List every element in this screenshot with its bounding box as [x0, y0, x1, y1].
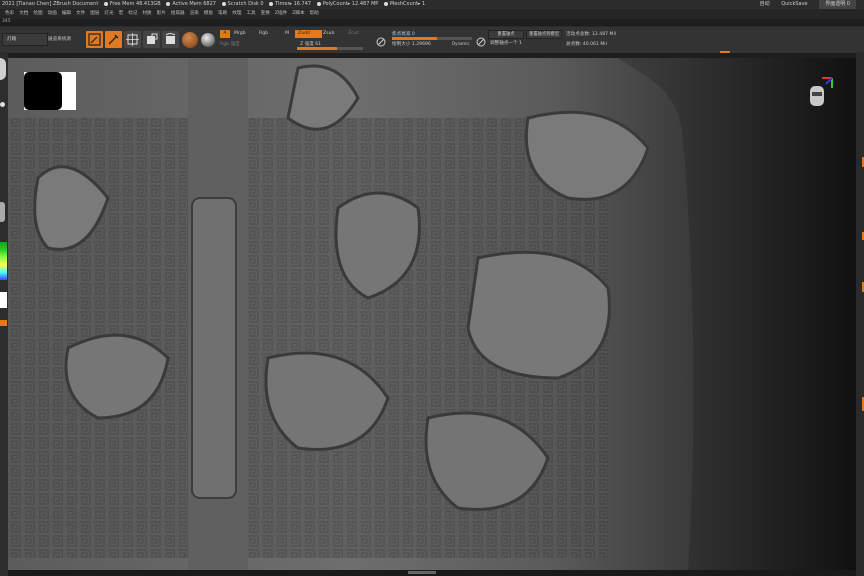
- menu-item[interactable]: 图层: [90, 11, 99, 16]
- menu-item[interactable]: 影片: [157, 11, 166, 16]
- brush-icon[interactable]: [0, 58, 6, 80]
- left-shelf: [0, 52, 8, 576]
- polycount-icon: [316, 1, 321, 6]
- title-bar: 2021 [Tianao Chen] ZBrush Document Free …: [0, 0, 864, 9]
- menu-item[interactable]: 帮助: [310, 11, 319, 16]
- lightbox-button[interactable]: 灯箱: [2, 33, 48, 46]
- title-right: 自动 QuickSave 界面透明 0: [750, 0, 856, 9]
- menu-item[interactable]: 纹理: [232, 11, 241, 16]
- viewport-canvas[interactable]: [8, 58, 856, 570]
- scale-icon: [147, 33, 158, 44]
- mrgb-button[interactable]: Mrgb: [234, 31, 246, 36]
- preview-label[interactable]: 展览系统源: [48, 36, 71, 42]
- focal-shift-fill: [392, 37, 437, 40]
- menu-item[interactable]: 模板: [204, 11, 213, 16]
- zsub-button[interactable]: Zsub: [323, 31, 334, 36]
- quicksave-button[interactable]: QuickSave: [781, 1, 807, 7]
- sculpt-model: [8, 58, 694, 570]
- rotate-icon: [165, 33, 176, 44]
- adjust-label: 调整轴点一个 1: [490, 41, 522, 46]
- stat-timer: Timer▸ 16.747: [269, 1, 311, 7]
- z-intensity-fill: [297, 47, 338, 50]
- bottom-bar: [8, 570, 856, 576]
- dynamic-toggle[interactable]: Dynamic: [452, 41, 470, 46]
- timer-icon: [269, 1, 274, 6]
- stat-scratch-disk: Scratch Disk 0: [221, 1, 264, 7]
- menu-item[interactable]: 笔刷: [218, 11, 227, 16]
- meshcount-icon: [383, 1, 388, 6]
- menu-item[interactable]: Z插件: [275, 11, 287, 16]
- menu-item[interactable]: Z脚本: [292, 11, 304, 16]
- move-button[interactable]: [124, 31, 141, 48]
- free-mem-icon: [103, 1, 108, 6]
- menu-item[interactable]: 编辑: [62, 11, 71, 16]
- backface-button[interactable]: 重置轴点: [488, 30, 524, 39]
- active-points-label: 活动点总数: 12.487 Mil: [566, 32, 617, 37]
- focal-shift-track[interactable]: [392, 37, 472, 40]
- menu-item[interactable]: 宏: [119, 11, 124, 16]
- stat-meshcount: MeshCount▸ 1: [383, 1, 425, 7]
- subline-text: 345: [2, 19, 11, 24]
- active-mem-icon: [166, 1, 171, 6]
- color-picker[interactable]: [0, 242, 7, 280]
- a-button[interactable]: A: [220, 30, 230, 38]
- edit-button[interactable]: [86, 31, 103, 48]
- total-points-label: 总点数: 40.061 Mil: [566, 42, 607, 47]
- menu-item[interactable]: 变换: [261, 11, 270, 16]
- focal-shift-icon: [375, 33, 387, 47]
- orientation-icon: [810, 77, 833, 106]
- switch-color-button[interactable]: [0, 320, 7, 326]
- zcut-button[interactable]: Zcut: [348, 31, 358, 36]
- menu-item[interactable]: 拾取器: [171, 11, 185, 16]
- menu-item[interactable]: 动画: [48, 11, 57, 16]
- toolbar-resize-handle[interactable]: [720, 51, 730, 53]
- m-button[interactable]: M: [285, 31, 289, 36]
- move-icon: [126, 33, 139, 46]
- alpha-icon[interactable]: [0, 202, 5, 222]
- backface2-button[interactable]: 重置轴点到模型: [526, 30, 562, 39]
- menu-item[interactable]: 材质: [142, 11, 151, 16]
- stat-free-mem: Free Mem 48.413GB: [103, 1, 161, 7]
- menu-item[interactable]: 文件: [76, 11, 85, 16]
- rgb-intensity-slider[interactable]: Rgb 强度: [220, 41, 240, 47]
- menu-item[interactable]: 色彩: [5, 11, 14, 16]
- draw-icon: [108, 34, 119, 45]
- edit-icon: [88, 33, 101, 46]
- menu-item[interactable]: 绘图: [33, 11, 42, 16]
- menu-item[interactable]: 渲染: [190, 11, 199, 16]
- menu-item[interactable]: 工具: [246, 11, 255, 16]
- scale-button[interactable]: [143, 31, 160, 48]
- pivot-icon: [475, 33, 487, 47]
- menu-item[interactable]: 灯光: [104, 11, 113, 16]
- z-intensity-track[interactable]: [297, 47, 363, 50]
- menu-bar: 色彩 文档 绘图 动画 编辑 文件 图层 灯光 宏标记 材质 影片 拾取器 渲染 模板 笔刷 纹理 工具 变换 Z插…: [0, 9, 864, 19]
- draw-size-slider[interactable]: 绘制大小 1.29696: [392, 41, 431, 47]
- menu-item[interactable]: 标记: [128, 11, 137, 16]
- material-sphere[interactable]: [182, 32, 198, 48]
- stroke-icon[interactable]: [0, 102, 5, 107]
- texture-sphere[interactable]: [201, 33, 215, 47]
- stat-polycount: PolyCount▸ 12.487 MP: [316, 1, 378, 7]
- rgb-button[interactable]: Rgb: [259, 31, 268, 36]
- transparency-slider[interactable]: 界面透明 0: [819, 0, 856, 9]
- rotate-button[interactable]: [162, 31, 179, 48]
- right-shelf: [856, 52, 864, 576]
- main-color-swatch[interactable]: [0, 292, 7, 308]
- zadd-button[interactable]: Zadd: [295, 30, 322, 38]
- navigation-gizmo[interactable]: [804, 74, 834, 114]
- top-toolbar: 灯箱 展览系统源 A Mrgb Rgb M Zadd Zsub Zcut Rgb…: [0, 26, 864, 53]
- draw-button[interactable]: [105, 31, 122, 48]
- autosave-label: 自动: [759, 1, 770, 7]
- title-left: 2021 [Tianao Chen] ZBrush Document Free …: [2, 0, 429, 9]
- menu-item[interactable]: 文档: [19, 11, 28, 16]
- scratch-disk-icon: [221, 1, 226, 6]
- stat-active-mem: Active Mem 6827: [166, 1, 216, 7]
- app-title: 2021 [Tianao Chen] ZBrush Document: [2, 1, 99, 7]
- timeline-handle[interactable]: [408, 571, 436, 574]
